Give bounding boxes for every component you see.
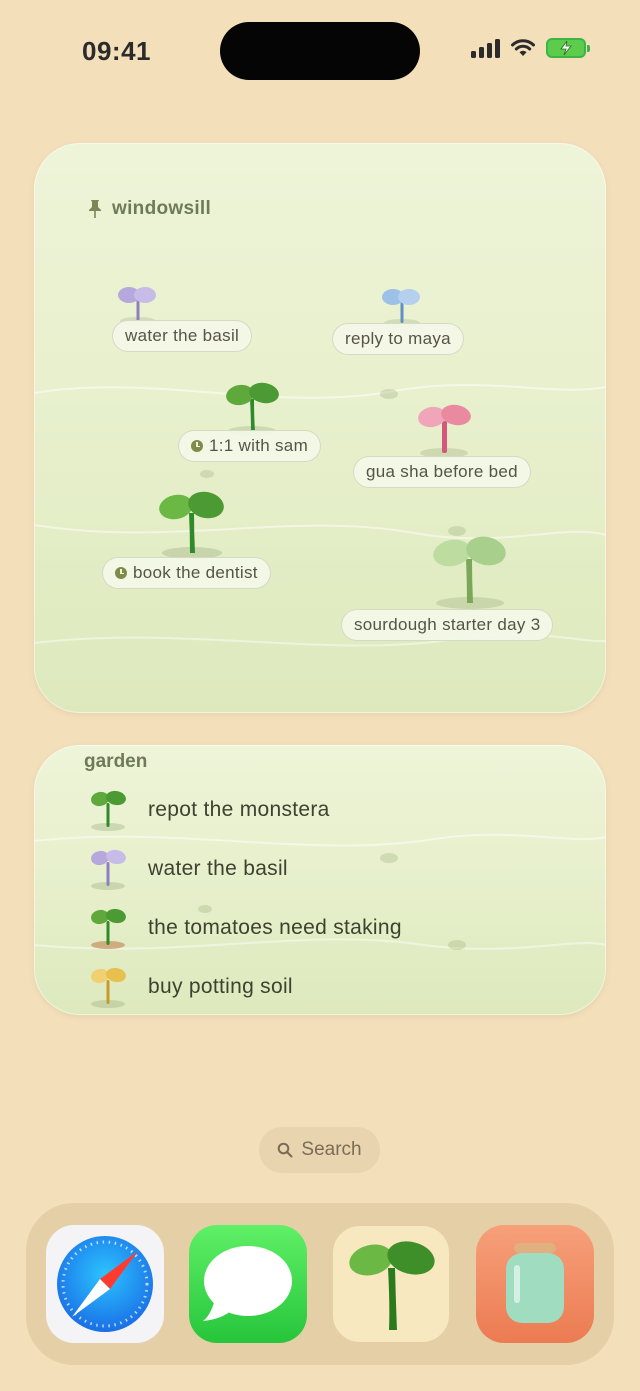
task-label: gua sha before bed	[366, 462, 518, 481]
messages-icon	[203, 1246, 292, 1321]
pale-green-sprout-icon	[433, 536, 506, 609]
search-label: Search	[301, 1139, 362, 1160]
task-chip[interactable]: book the dentist	[102, 557, 271, 589]
green-sprout-icon	[91, 790, 126, 831]
task-label: reply to maya	[345, 329, 451, 348]
pebble	[380, 853, 398, 863]
wifi-icon	[511, 39, 535, 56]
garden-item-label: buy potting soil	[148, 975, 293, 998]
soil-wave-decoration	[34, 383, 606, 399]
lavender-sprout-icon	[91, 849, 126, 890]
jar-app-icon[interactable]	[476, 1225, 594, 1343]
pebble	[200, 470, 214, 478]
safari-app-icon[interactable]	[46, 1225, 164, 1343]
task-chip[interactable]: gua sha before bed	[353, 456, 531, 488]
clock-icon	[115, 567, 127, 579]
search-icon	[278, 1142, 293, 1158]
sprout-icon	[349, 1241, 435, 1330]
task-chip[interactable]: 1:1 with sam	[178, 430, 322, 462]
pink-sprout-icon	[418, 404, 471, 458]
garden-list-item[interactable]: buy potting soil	[88, 965, 293, 1009]
safari-icon	[57, 1236, 153, 1332]
garden-list-item[interactable]: water the basil	[88, 847, 288, 891]
task-label: book the dentist	[133, 563, 258, 582]
garden-widget[interactable]: garden repot the monstera water the basi…	[34, 745, 606, 1015]
status-icons	[471, 38, 590, 58]
battery-charging-icon	[546, 38, 590, 58]
windowsill-title: windowsill	[112, 198, 212, 219]
task-label: sourdough starter day 3	[354, 615, 541, 634]
garden-item-label: repot the monstera	[148, 798, 330, 821]
tomato-sprout-icon	[91, 908, 126, 949]
task-chip[interactable]: water the basil	[112, 320, 253, 352]
pebble	[448, 940, 466, 950]
messages-app-icon[interactable]	[189, 1225, 307, 1343]
task-chip[interactable]: sourdough starter day 3	[341, 609, 554, 641]
yellow-sprout-icon	[91, 967, 126, 1008]
dynamic-island	[220, 22, 420, 80]
jar-icon	[506, 1243, 564, 1323]
soil-wave-decoration	[34, 524, 606, 540]
pebble	[380, 389, 398, 399]
task-chip[interactable]: reply to maya	[332, 323, 464, 355]
garden-list-item[interactable]: the tomatoes need staking	[88, 906, 402, 950]
windowsill-header: windowsill	[88, 198, 211, 220]
windowsill-widget[interactable]: windowsill water the basil reply to maya…	[34, 143, 606, 713]
garden-title: garden	[84, 751, 148, 772]
dock	[26, 1203, 614, 1365]
cellular-signal-icon	[471, 38, 500, 58]
task-label: water the basil	[125, 326, 240, 345]
search-button[interactable]: Search	[259, 1127, 380, 1173]
green-sprout-icon	[159, 491, 224, 559]
green-sprout-icon	[226, 382, 279, 436]
blue-sprout-icon	[382, 289, 420, 327]
garden-item-label: the tomatoes need staking	[148, 916, 402, 939]
status-time: 09:41	[82, 36, 151, 66]
sprout-app-icon[interactable]	[332, 1225, 450, 1343]
garden-list-item[interactable]: repot the monstera	[88, 788, 330, 832]
lavender-sprout-icon	[118, 287, 156, 325]
garden-item-label: water the basil	[148, 857, 288, 880]
task-label: 1:1 with sam	[209, 436, 309, 455]
clock-icon	[191, 440, 203, 452]
pin-icon	[89, 200, 101, 218]
